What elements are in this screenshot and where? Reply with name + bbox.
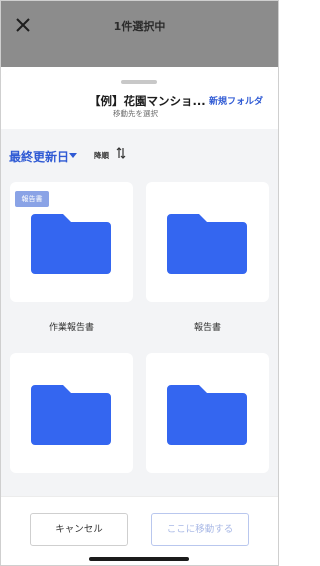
- top-bar: 1件選択中: [1, 1, 278, 67]
- caret-down-icon[interactable]: [69, 153, 77, 158]
- folder-card[interactable]: [146, 182, 269, 302]
- cancel-button[interactable]: キャンセル: [30, 513, 128, 546]
- folder-name: 作業報告書: [48, 323, 94, 333]
- current-folder-title: 【例】花園マンショ...: [89, 94, 206, 108]
- home-indicator: [89, 557, 189, 561]
- selection-count-title: 1件選択中: [113, 20, 166, 33]
- folder-card[interactable]: [10, 353, 133, 473]
- sort-order-toggle[interactable]: 降順: [94, 150, 109, 161]
- action-footer: キャンセル ここに移動する: [1, 496, 278, 565]
- sheet-subtitle: 移動先を選択: [113, 109, 158, 118]
- sort-bar: 最終更新日 降順: [1, 129, 278, 179]
- folder-icon: [31, 214, 111, 274]
- folder-icon: [167, 385, 247, 445]
- folder-badge: 報告書: [15, 191, 49, 207]
- move-here-button[interactable]: ここに移動する: [151, 513, 249, 546]
- sort-field-dropdown[interactable]: 最終更新日: [9, 148, 69, 165]
- new-folder-button[interactable]: 新規フォルダ: [209, 94, 263, 107]
- folder-icon: [167, 214, 247, 274]
- folder-card[interactable]: [146, 353, 269, 473]
- move-destination-sheet: 【例】花園マンショ... 移動先を選択 新規フォルダ 最終更新日 降順 報告書 …: [1, 69, 278, 565]
- folder-icon: [31, 385, 111, 445]
- folder-name: 報告書: [193, 323, 221, 333]
- sort-order-icon[interactable]: [115, 146, 127, 160]
- folder-card[interactable]: 報告書: [10, 182, 133, 302]
- drag-handle[interactable]: [121, 80, 157, 84]
